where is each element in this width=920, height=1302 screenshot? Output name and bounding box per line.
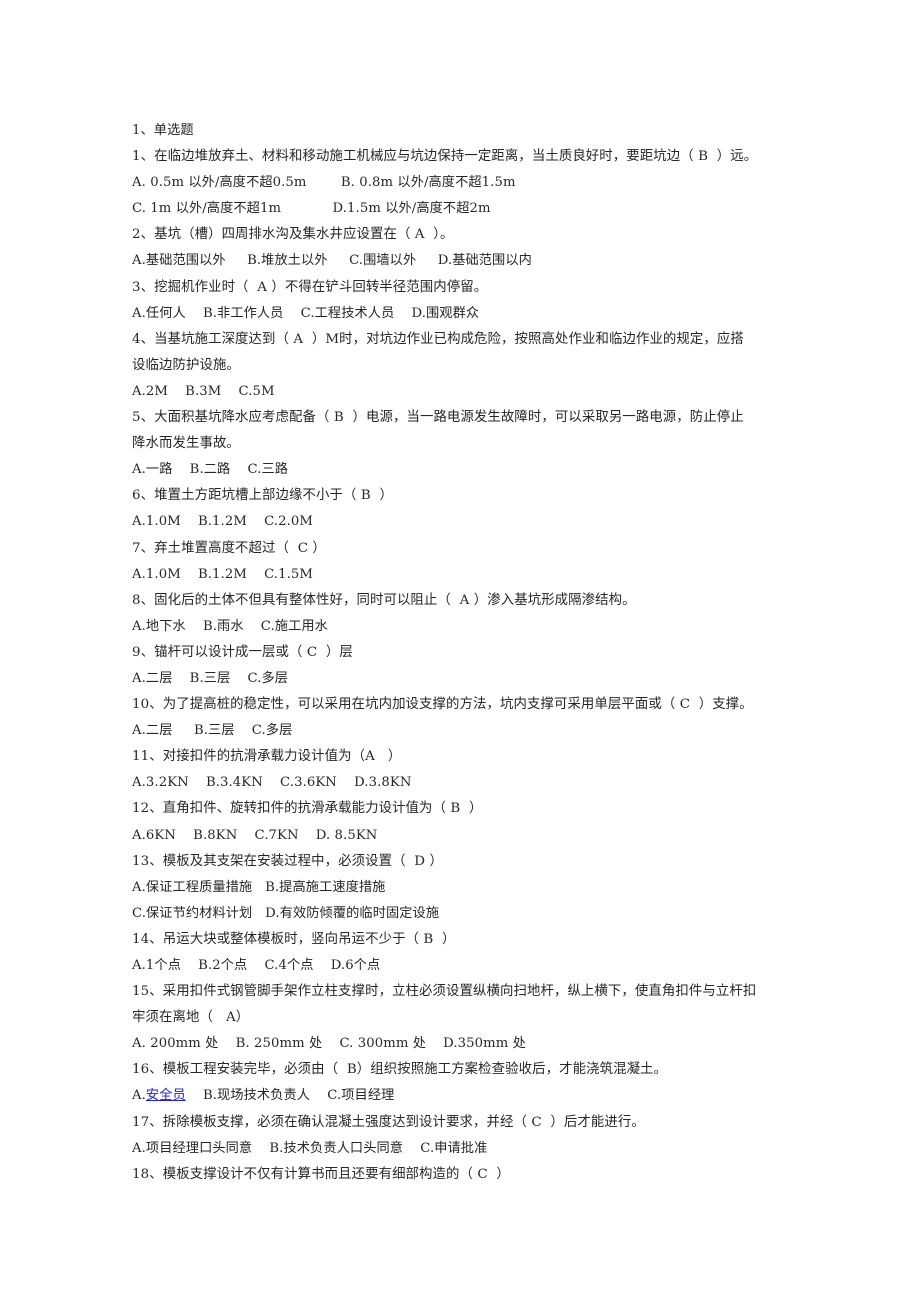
question-options-17-line-1: A.项目经理口头同意 B.技术负责人口头同意 C.申请批准 [132, 1140, 488, 1156]
question-stem-2: 2、基坑（槽）四周排水沟及集水井应设置在（ A ）。 [132, 227, 454, 243]
question-stem-18: 18、模板支撑设计不仅有计算书而且还要有细部构造的（ C ） [132, 1166, 510, 1182]
question-options-12-line-1: A.6KN B.8KN C.7KN D. 8.5KN [132, 827, 378, 843]
question-options-15-line-1: A. 200mm 处 B. 250mm 处 C. 300mm 处 D.350mm… [132, 1036, 526, 1052]
question-options-9-line-1: A.二层 B.三层 C.多层 [132, 670, 289, 686]
question-options-1-line-2: C. 1m 以外/高度不超1m D.1.5m 以外/高度不超2m [132, 201, 491, 217]
option-16-a-prefix: A. [132, 1088, 146, 1104]
question-stem-6: 6、堆置土方距坑槽上部边缘不小于（ B ） [132, 488, 393, 504]
question-stem-17: 17、拆除模板支撑，必须在确认混凝土强度达到设计要求，并经（ C ）后才能进行。 [132, 1114, 645, 1130]
question-stem-10: 10、为了提高桩的稳定性，可以采用在坑内加设支撑的方法，坑内支撑可采用单层平面或… [132, 697, 753, 713]
document-page: 1、单选题 1、在临边堆放弃土、材料和移动施工机械应与坑边保持一定距离，当土质良… [0, 0, 920, 1302]
question-stem-3: 3、挖掘机作业时（ A ）不得在铲斗回转半径范围内停留。 [132, 279, 488, 295]
question-stem-15: 15、采用扣件式钢管脚手架作立柱支撑时，立柱必须设置纵横向扫地杆，纵上横下，使直… [132, 984, 757, 1000]
question-options-3-line-1: A.任何人 B.非工作人员 C.工程技术人员 D.围观群众 [132, 305, 480, 321]
question-options-10-line-1: A.二层 B.三层 C.多层 [132, 723, 293, 739]
question-stem-11: 11、对接扣件的抗滑承载力设计值为（A ） [132, 749, 402, 765]
question-options-11-line-1: A.3.2KN B.3.4KN C.3.6KN D.3.8KN [132, 775, 412, 791]
question-options-4-line-1: A.2M B.3M C.5M [132, 383, 275, 399]
option-16-rest: B.现场技术负责人 C.项目经理 [185, 1088, 395, 1104]
question-options-6-line-1: A.1.0M B.1.2M C.2.0M [132, 514, 313, 530]
question-stem-8: 8、固化后的土体不但具有整体性好，同时可以阻止（ A ）渗入基坑形成隔渗结构。 [132, 592, 636, 608]
question-options-1-line-1: A. 0.5m 以外/高度不超0.5m B. 0.8m 以外/高度不超1.5m [132, 175, 516, 191]
question-options-7-line-1: A.1.0M B.1.2M C.1.5M [132, 566, 313, 582]
question-stem-5-continued: 降水而发生事故。 [132, 436, 240, 452]
question-options-5-line-1: A.一路 B.二路 C.三路 [132, 462, 289, 478]
section-title: 1、单选题 [132, 123, 194, 138]
question-stem-9: 9、锚杆可以设计成一层或（ C ）层 [132, 644, 353, 660]
question-stem-15-continued: 牢须在离地（ A） [132, 1010, 250, 1026]
question-stem-4-continued: 设临边防护设施。 [132, 357, 240, 373]
question-stem-4: 4、当基坑施工深度达到（ A ）M时，对坑边作业已构成危险，按照高处作业和临边作… [132, 331, 744, 347]
question-stem-1: 1、在临边堆放弃土、材料和移动施工机械应与坑边保持一定距离，当土质良好时，要距坑… [132, 149, 758, 165]
question-options-2-line-1: A.基础范围以外 B.堆放土以外 C.围墙以外 D.基础范围以内 [132, 253, 532, 269]
question-stem-5: 5、大面积基坑降水应考虑配备（ B ）电源，当一路电源发生故障时，可以采取另一路… [132, 410, 744, 426]
option-16-a-link[interactable]: 安全员 [146, 1088, 186, 1103]
question-options-13-line-1: A.保证工程质量措施 B.提高施工速度措施 [132, 879, 386, 895]
question-options-13-line-2: C.保证节约材料计划 D.有效防倾覆的临时固定设施 [132, 905, 440, 921]
question-stem-14: 14、吊运大块或整体模板时，竖向吊运不少于（ B ） [132, 931, 456, 947]
question-options-16-line-1: A.安全员 B.现场技术负责人 C.项目经理 [132, 1083, 792, 1109]
question-options-14-line-1: A.1个点 B.2个点 C.4个点 D.6个点 [132, 958, 381, 973]
document-text-body: 1、单选题 1、在临边堆放弃土、材料和移动施工机械应与坑边保持一定距离，当土质良… [132, 118, 792, 1188]
question-stem-12: 12、直角扣件、旋转扣件的抗滑承载能力设计值为（ B ） [132, 801, 483, 817]
question-stem-13: 13、模板及其支架在安装过程中，必须设置（ D ） [132, 853, 443, 869]
question-stem-16: 16、模板工程安装完毕，必须由（ B）组织按照施工方案检查验收后，才能浇筑混凝土… [132, 1062, 668, 1078]
question-options-8-line-1: A.地下水 B.雨水 C.施工用水 [132, 618, 328, 634]
question-stem-7: 7、弃土堆置高度不超过（ C ） [132, 540, 326, 556]
